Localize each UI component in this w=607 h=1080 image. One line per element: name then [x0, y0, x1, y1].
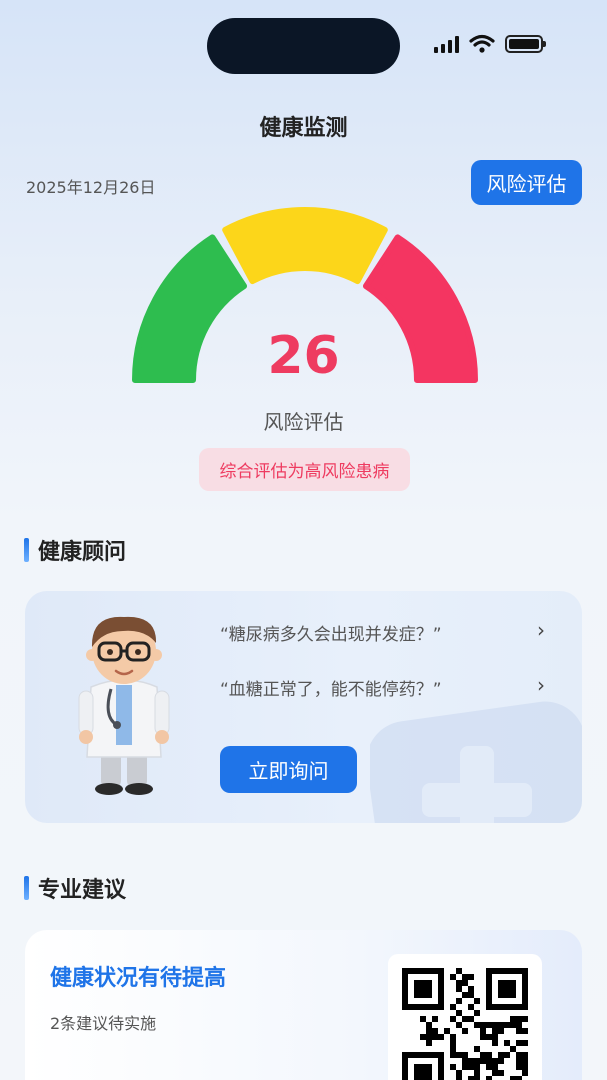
page-title: 健康监测	[259, 116, 348, 141]
qr-code-image	[402, 968, 528, 1080]
risk-score: 26	[267, 326, 340, 386]
gauge-segment-mid	[222, 207, 388, 285]
wifi-icon	[469, 34, 495, 53]
advice-section-label: 专业建议	[38, 878, 127, 903]
advice-card[interactable]: 健康状况有待提高 2条建议待实施	[25, 930, 582, 1080]
advisor-card: “糖尿病多久会出现并发症？” › “血糖正常了，能不能停药？” › 立即询问	[25, 591, 582, 823]
signal-icon	[434, 35, 459, 53]
question-item-2[interactable]: “血糖正常了，能不能停药？”	[220, 675, 442, 700]
section-accent-bar	[24, 538, 29, 562]
risk-assessment-button[interactable]: 风险评估	[471, 160, 582, 205]
qr-code	[388, 954, 542, 1080]
advice-subtitle: 2条建议待实施	[50, 1014, 157, 1033]
status-icons	[434, 34, 546, 54]
risk-conclusion-badge: 综合评估为高风险患病	[199, 448, 410, 491]
medical-cross-icon	[370, 701, 582, 823]
advisor-section-title: 健康顾问	[24, 534, 126, 566]
chevron-right-icon[interactable]: ›	[537, 673, 545, 697]
chevron-right-icon[interactable]: ›	[537, 618, 545, 642]
advisor-section-label: 健康顾问	[38, 540, 127, 565]
section-accent-bar	[24, 876, 29, 900]
battery-icon	[505, 35, 546, 53]
dynamic-island	[207, 18, 400, 74]
advice-title: 健康状况有待提高	[50, 966, 227, 991]
date-label: 2025年12月26日	[26, 178, 156, 197]
question-item-1[interactable]: “糖尿病多久会出现并发症？”	[220, 620, 442, 645]
ask-now-button[interactable]: 立即询问	[220, 746, 357, 793]
advice-section-title: 专业建议	[24, 872, 126, 904]
risk-score-label: 风险评估	[263, 410, 344, 434]
doctor-avatar	[78, 616, 170, 795]
